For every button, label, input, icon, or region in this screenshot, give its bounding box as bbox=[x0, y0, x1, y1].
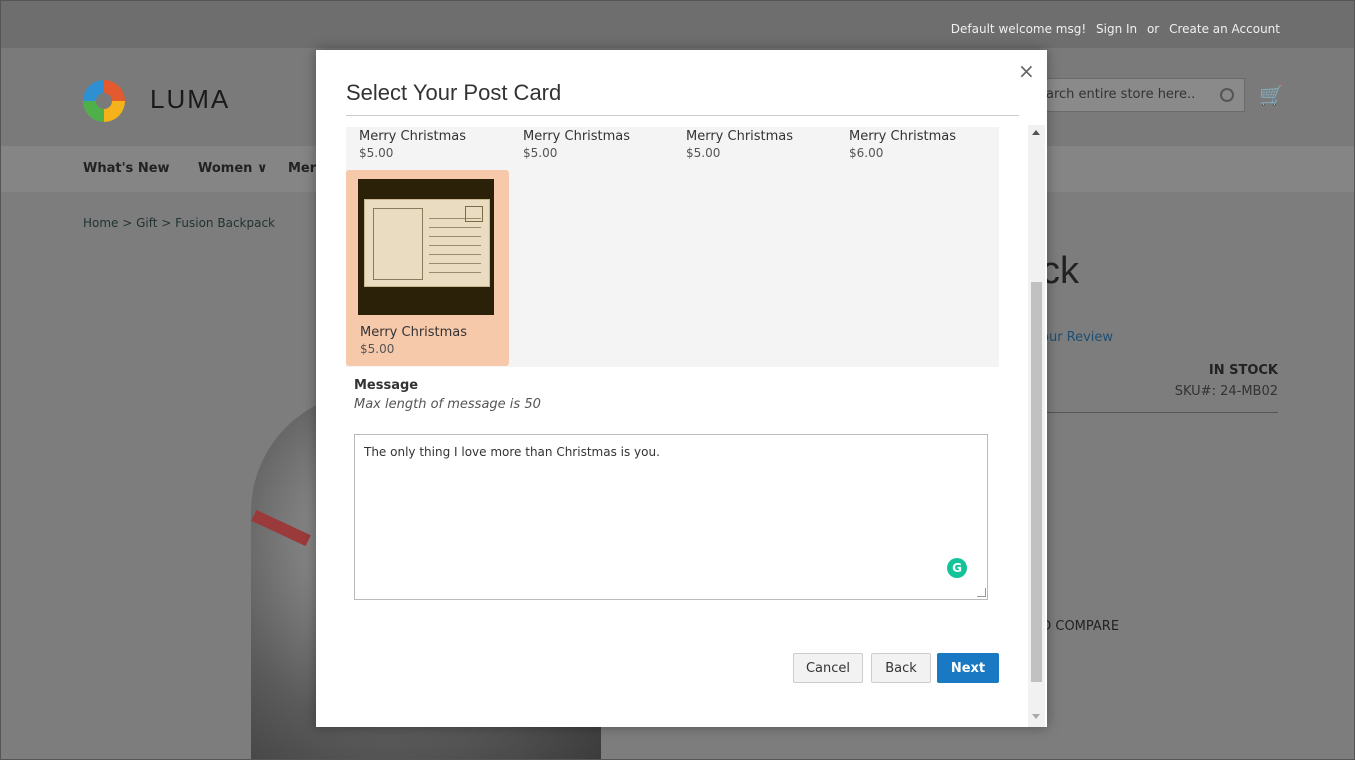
postcard-price: $5.00 bbox=[360, 342, 395, 356]
close-icon[interactable]: × bbox=[1018, 59, 1035, 83]
selected-card-label: Merry Christmas $5.00 bbox=[360, 325, 467, 356]
nav-item-men[interactable]: Mer bbox=[288, 161, 316, 176]
add-review-link[interactable]: our Review bbox=[1041, 330, 1113, 345]
postcard-option-selected[interactable]: Merry Christmas $5.00 bbox=[346, 170, 509, 366]
scroll-down-icon[interactable] bbox=[1032, 714, 1040, 719]
postcard-price: $6.00 bbox=[849, 146, 884, 160]
postcard-artwork-left bbox=[373, 208, 423, 280]
nav-item-women[interactable]: Women ∨ bbox=[198, 161, 268, 176]
breadcrumb[interactable]: Home > Gift > Fusion Backpack bbox=[83, 216, 275, 230]
search-placeholder: arch entire store here.. bbox=[1046, 87, 1196, 102]
postcard-name: Merry Christmas bbox=[849, 129, 957, 144]
browser-frame: Default welcome msg! Sign In or Create a… bbox=[0, 0, 1355, 760]
postcard-option[interactable]: Merry Christmas $5.00 bbox=[523, 129, 686, 160]
nav-item-whats-new[interactable]: What's New bbox=[83, 161, 170, 176]
panel-header: Default welcome msg! Sign In or Create a… bbox=[1, 1, 1354, 48]
scroll-thumb[interactable] bbox=[1031, 282, 1042, 682]
postcard-stamp-icon bbox=[465, 206, 483, 222]
postcard-modal: Select Your Post Card × Merry Christmas … bbox=[316, 50, 1047, 727]
cart-icon[interactable]: 🛒 bbox=[1259, 83, 1284, 107]
stock-status: IN STOCK bbox=[1208, 363, 1278, 378]
postcard-name: Merry Christmas bbox=[686, 129, 794, 144]
divider bbox=[1041, 412, 1278, 413]
or-text: or bbox=[1146, 22, 1160, 36]
postcard-list: Merry Christmas $5.00 Merry Christmas $5… bbox=[346, 127, 999, 367]
luma-logo-icon[interactable] bbox=[83, 80, 125, 122]
search-icon[interactable] bbox=[1220, 88, 1234, 102]
postcard-image bbox=[358, 179, 494, 315]
product-sku: SKU#: 24-MB02 bbox=[1174, 384, 1278, 399]
scroll-up-icon[interactable] bbox=[1032, 130, 1040, 135]
postcard-option[interactable]: Merry Christmas $5.00 bbox=[686, 129, 849, 160]
back-button[interactable]: Back bbox=[871, 653, 931, 683]
postcard-price: $5.00 bbox=[686, 146, 721, 160]
message-label: Message bbox=[354, 378, 419, 393]
title-divider bbox=[346, 115, 1019, 116]
message-hint: Max length of message is 50 bbox=[354, 397, 541, 412]
postcard-name: Merry Christmas bbox=[360, 325, 468, 340]
search-input[interactable]: arch entire store here.. bbox=[1033, 78, 1245, 112]
postcard-price: $5.00 bbox=[359, 146, 394, 160]
postcard-price: $5.00 bbox=[523, 146, 558, 160]
postcard-option[interactable]: Merry Christmas $6.00 bbox=[849, 129, 1012, 160]
grammarly-icon[interactable]: G bbox=[947, 558, 967, 578]
logo-text[interactable]: LUMA bbox=[150, 84, 230, 115]
modal-title: Select Your Post Card bbox=[346, 80, 562, 105]
add-to-compare-link[interactable]: O COMPARE bbox=[1041, 619, 1119, 634]
postcard-name: Merry Christmas bbox=[523, 129, 631, 144]
message-textarea[interactable]: The only thing I love more than Christma… bbox=[354, 434, 988, 600]
postcard-option[interactable]: Merry Christmas $5.00 bbox=[359, 129, 522, 160]
modal-scrollbar[interactable] bbox=[1028, 125, 1045, 727]
sign-in-link[interactable]: Sign In bbox=[1096, 22, 1137, 36]
postcard-name: Merry Christmas bbox=[359, 129, 467, 144]
cancel-button[interactable]: Cancel bbox=[793, 653, 863, 683]
welcome-message: Default welcome msg! bbox=[950, 22, 1087, 36]
panel-links: Default welcome msg! Sign In or Create a… bbox=[945, 22, 1280, 36]
create-account-link[interactable]: Create an Account bbox=[1169, 22, 1280, 36]
resize-handle-icon[interactable] bbox=[977, 588, 986, 597]
next-button[interactable]: Next bbox=[937, 653, 999, 683]
postcard-artwork bbox=[364, 199, 490, 287]
